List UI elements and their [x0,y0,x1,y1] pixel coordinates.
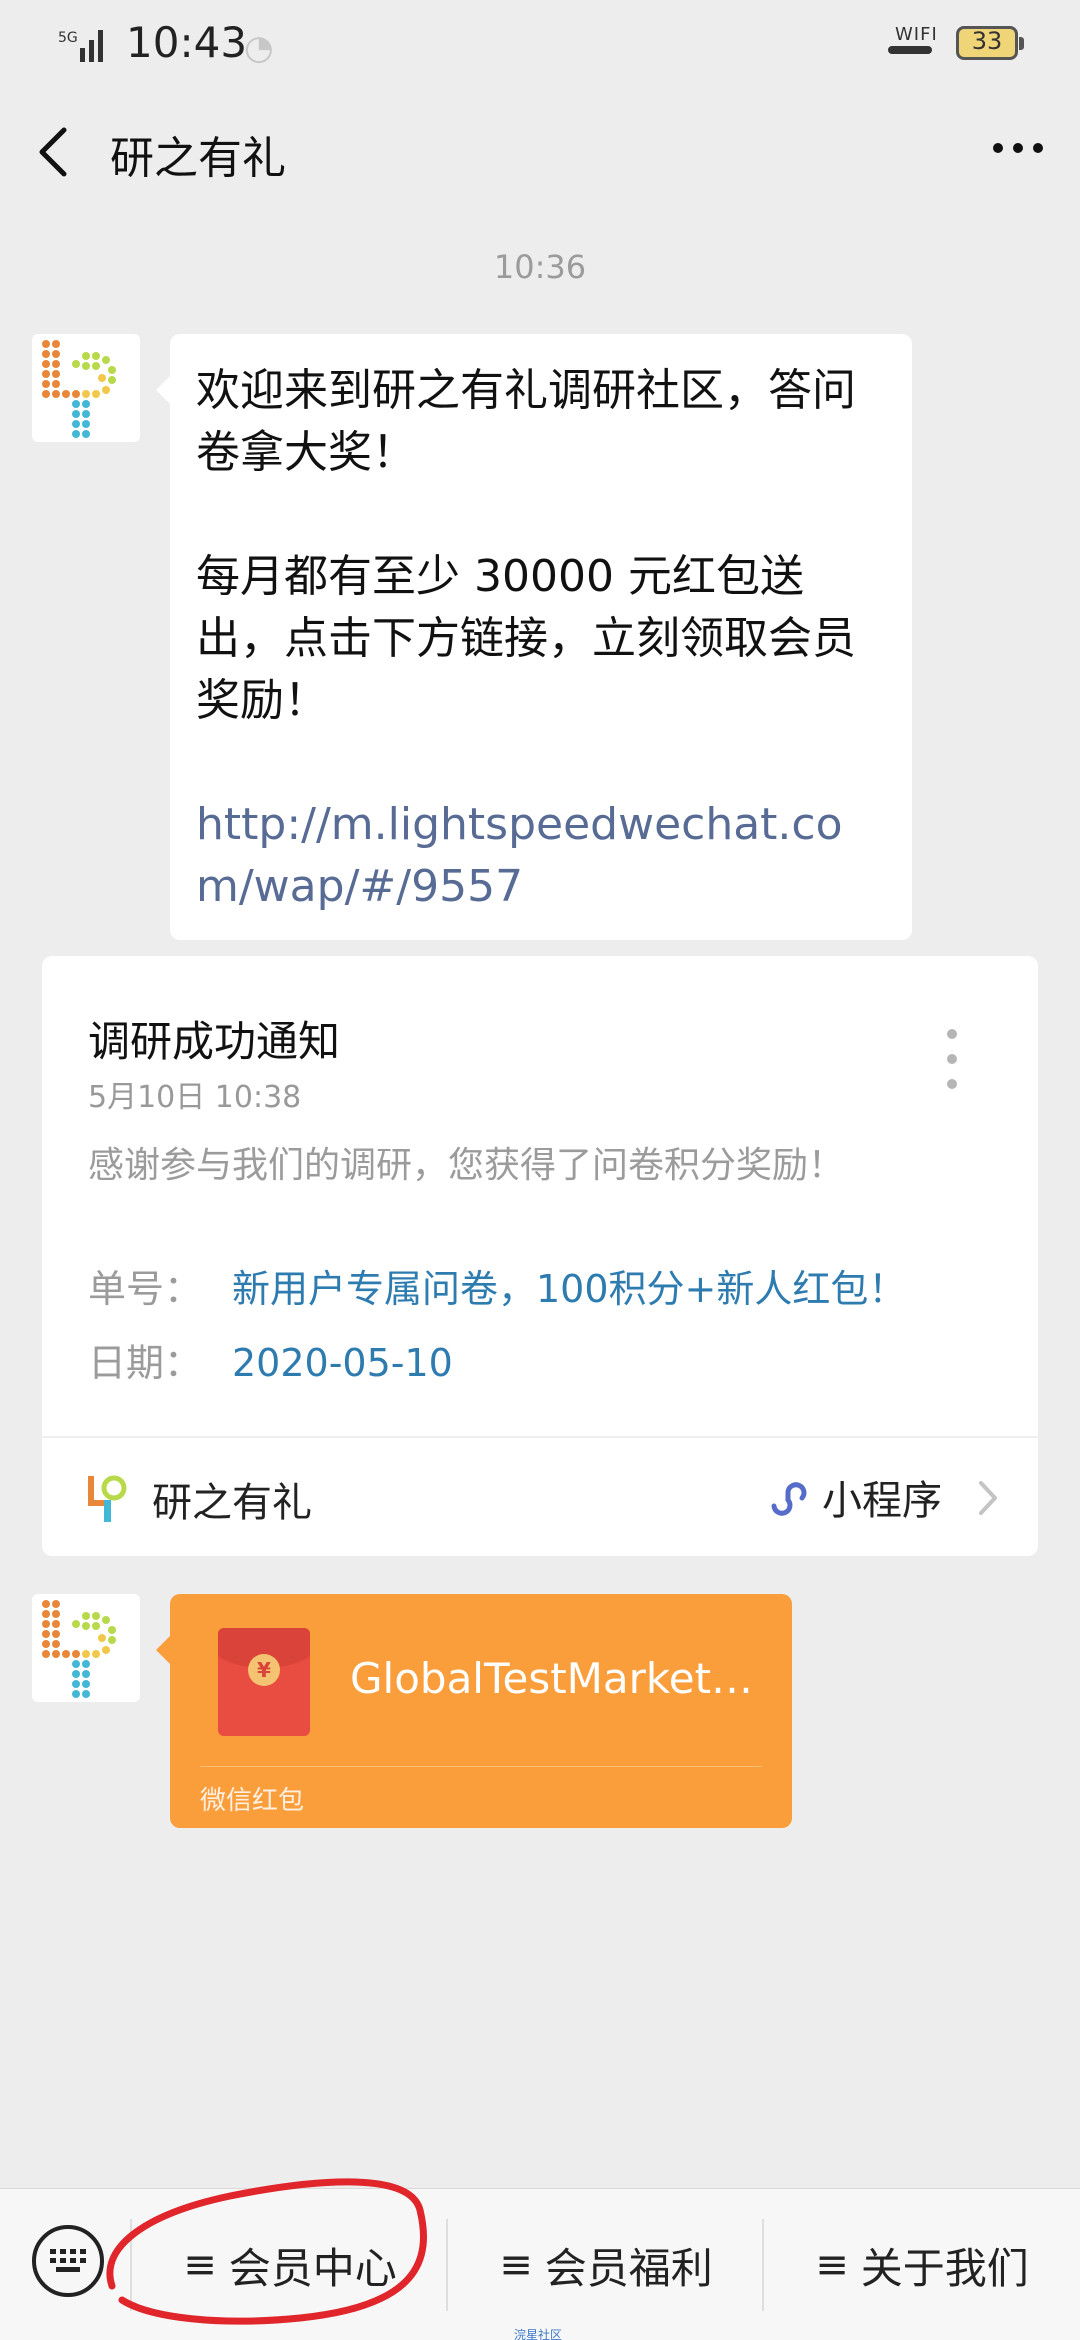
survey-success-notice-card[interactable]: 调研成功通知 5月10日 10:38 感谢参与我们的调研，您获得了问卷积分奖励！… [42,956,1038,1556]
lp-logo-icon [42,340,116,438]
red-packet-divider [200,1766,762,1767]
menu-list-icon: ≡ [815,2242,849,2288]
wechat-official-account-chat: 5G 10:43 ◔ WIFI 33 研之有礼 10:36 欢迎来到研之有礼调研… [0,0,1080,2340]
card-order-row: 单号： 新用户专属问卷，100积分+新人红包！ [88,1258,906,1313]
red-packet-label: 微信红包 [200,1786,305,1816]
red-packet-message[interactable]: ¥ GlobalTestMarket… 微信红包 [156,1594,792,1828]
order-value: 新用户专属问卷，100积分+新人红包！ [232,1267,907,1311]
nav-bar: 研之有礼 [0,96,1080,214]
menu-about-us[interactable]: ≡ 关于我们 [764,2209,1080,2321]
card-more-icon[interactable] [946,1028,958,1090]
wifi-icon [888,46,932,54]
sender-avatar[interactable] [32,334,140,442]
keyboard-icon [50,2249,86,2272]
card-date: 5月10日 10:38 [88,1080,302,1115]
mini-program-icon [771,1482,807,1516]
welcome-link[interactable]: http://m.lightspeedwechat.com/wap/#/9557 [196,794,886,918]
red-packet-title: GlobalTestMarket… [350,1654,754,1703]
menu-label: 会员中心 [228,2243,397,2293]
back-arrow-icon[interactable] [30,122,80,182]
menu-list-icon: ≡ [499,2242,533,2288]
card-description: 感谢参与我们的调研，您获得了问卷积分奖励！ [88,1145,845,1186]
mini-program-name: 研之有礼 [152,1480,312,1526]
bottom-menu-bar: ≡ 会员中心 ≡ 会员福利 ≡ 关于我们 [0,2188,1080,2340]
cellular-signal-icon: 5G [58,30,103,62]
message-timestamp: 10:36 [493,248,587,286]
lp-logo-icon [42,1600,116,1698]
watermark: 浣星社区 [514,2328,563,2340]
welcome-message-bubble[interactable]: 欢迎来到研之有礼调研社区，答问卷拿大奖！ 每月都有至少 30000 元红包送出，… [156,334,912,940]
menu-member-benefits[interactable]: ≡ 会员福利 [448,2209,764,2321]
status-time: 10:43 [126,18,248,67]
card-date-row: 日期： 2020-05-10 [88,1332,453,1387]
order-label: 单号： [88,1267,203,1311]
date-label: 日期： [88,1341,203,1385]
menu-member-center[interactable]: ≡ 会员中心 [132,2209,448,2321]
card-divider [42,1436,1038,1438]
mini-program-label: 小程序 [822,1478,942,1524]
menu-label: 会员福利 [544,2243,713,2293]
menu-label: 关于我们 [860,2243,1029,2293]
mini-program-logo-icon [88,1475,127,1522]
nfc-icon: ◔ [244,28,274,68]
battery-level: 33 [971,27,1003,55]
keyboard-toggle-button[interactable] [32,2225,104,2297]
chevron-right-icon [979,1481,997,1515]
date-value: 2020-05-10 [232,1341,453,1385]
menu-list-icon: ≡ [183,2242,217,2288]
red-envelope-icon: ¥ [218,1628,310,1736]
welcome-text-line1: 欢迎来到研之有礼调研社区，答问卷拿大奖！ [196,365,856,478]
wifi-label: WIFI [895,24,938,45]
sender-avatar-2[interactable] [32,1594,140,1702]
page-title: 研之有礼 [110,133,286,184]
welcome-text-line2: 每月都有至少 30000 元红包送出，点击下方链接，立刻领取会员奖励！ [196,551,856,726]
battery-icon: 33 [956,26,1024,60]
card-title: 调研成功通知 [88,1017,341,1066]
more-options-icon[interactable] [992,136,1044,160]
network-type: 5G [58,30,78,46]
status-bar: 5G 10:43 ◔ WIFI 33 [0,0,1080,96]
